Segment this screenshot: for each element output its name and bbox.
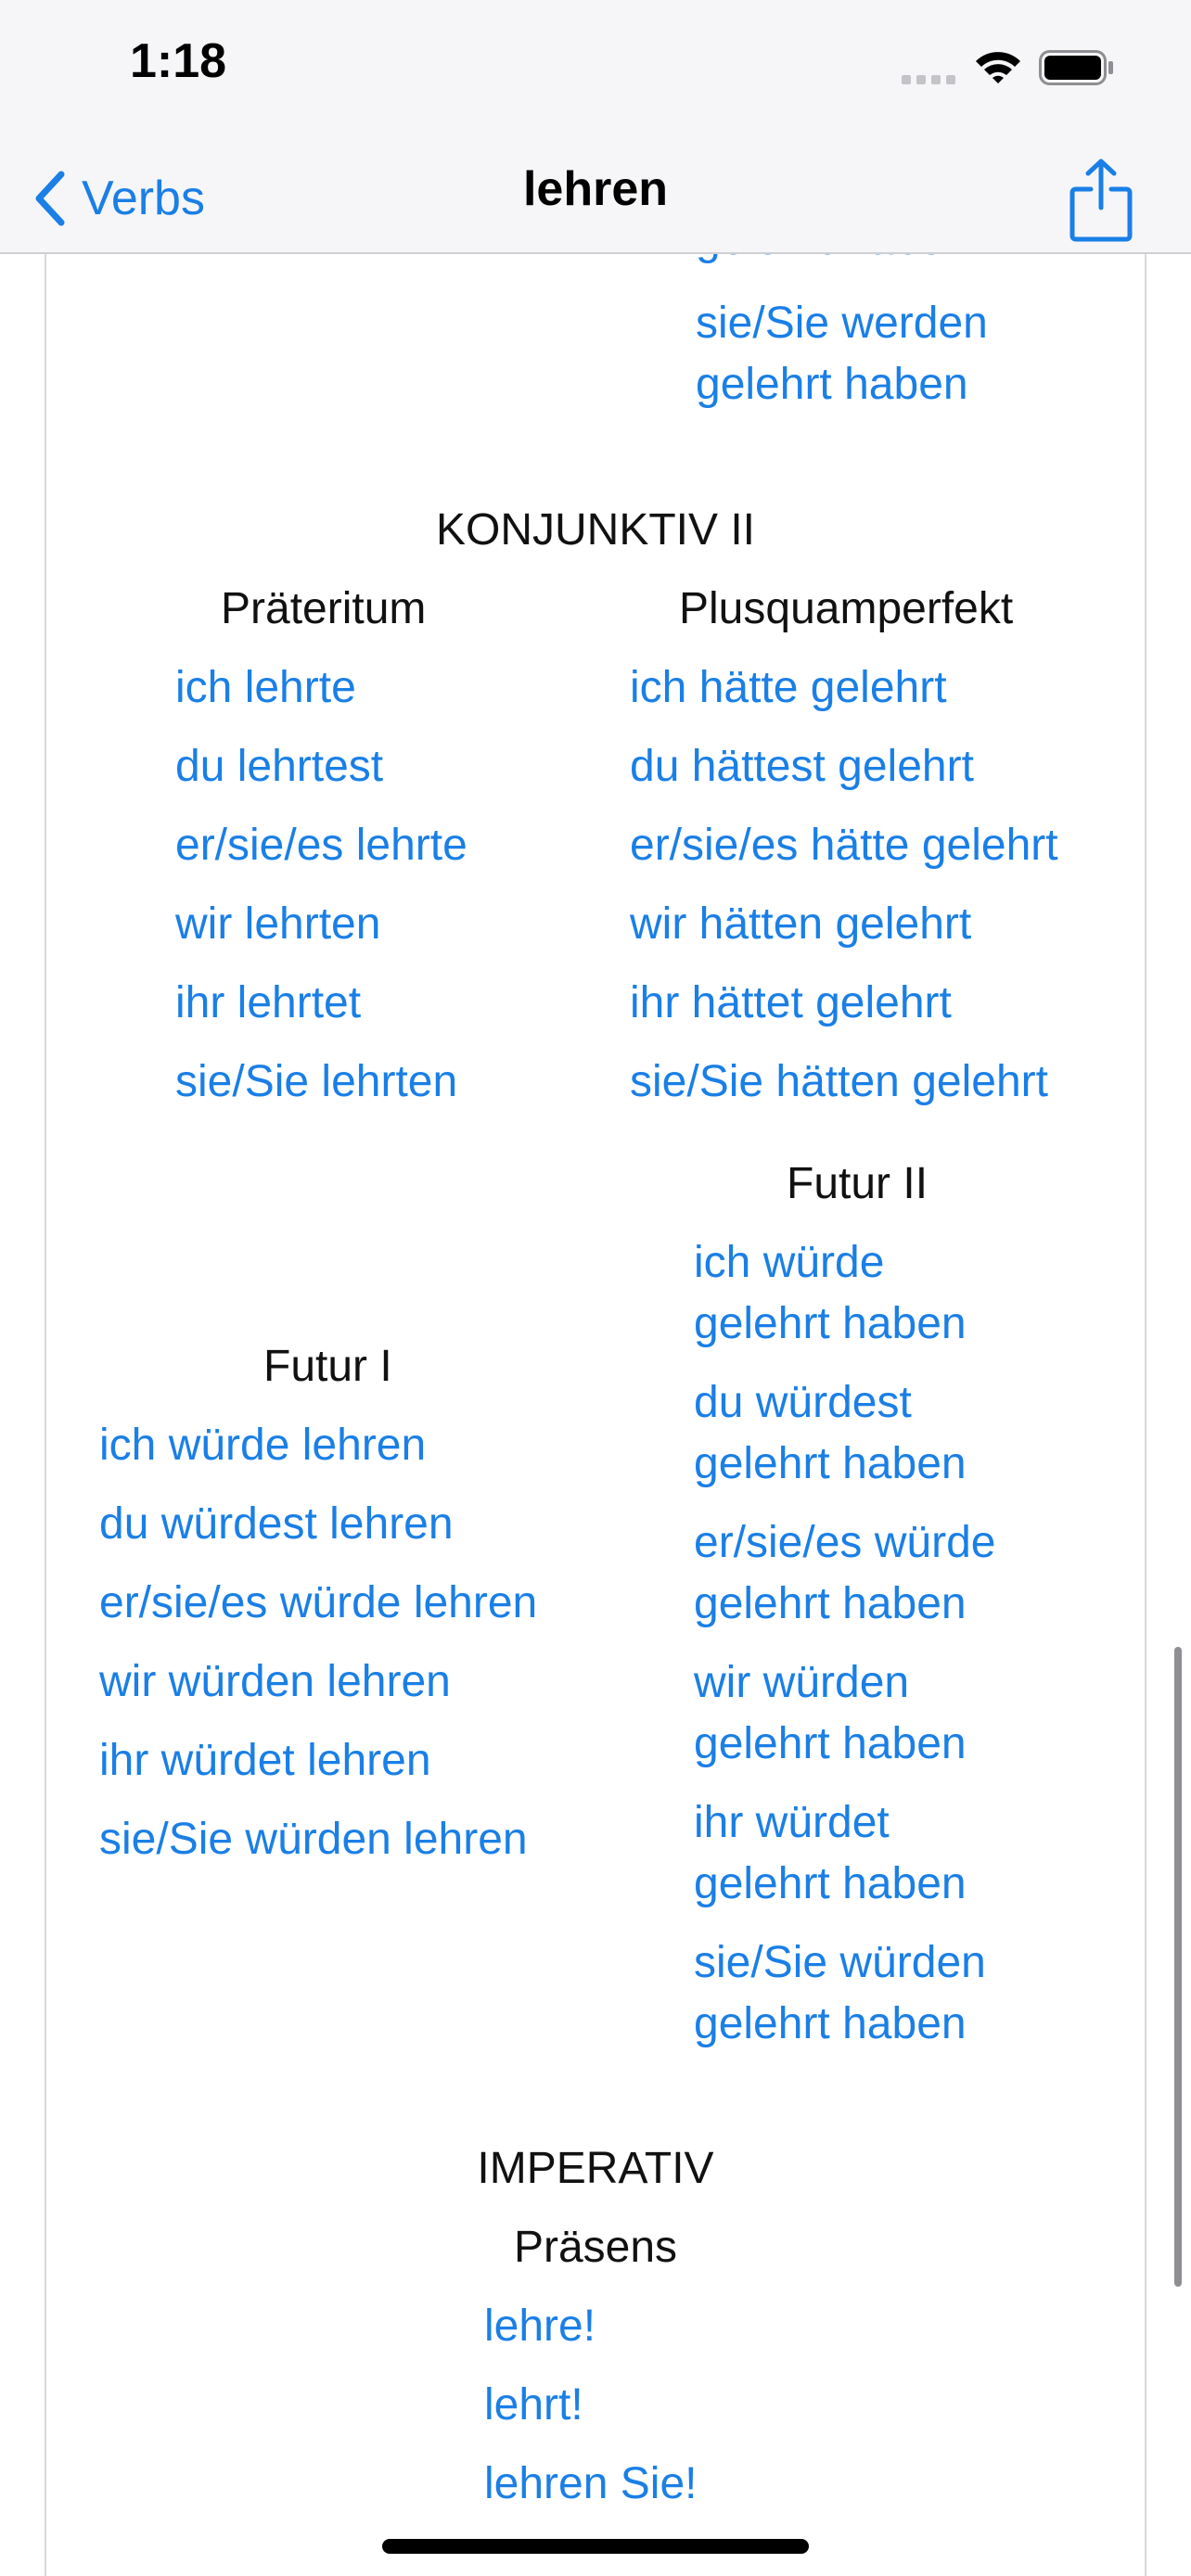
tense-title-plusquamperfekt: Plusquamperfekt	[679, 584, 1014, 633]
verb-form[interactable]: wir hätten gelehrt	[630, 894, 971, 955]
verb-form-line: gelehrt haben	[694, 1299, 967, 1348]
verb-form[interactable]: er/sie/es würde lehren	[99, 1573, 537, 1634]
verb-form-line: ich würde	[694, 1238, 885, 1287]
status-bar: 1:18	[0, 0, 1191, 148]
section-heading-imperativ: IMPERATIV	[477, 2144, 714, 2193]
verb-form-line: sie/Sie würden	[694, 1938, 986, 1987]
verb-form[interactable]: sie/Sie würden lehren	[99, 1809, 528, 1870]
verb-form-line: gelehrt haben	[694, 1859, 967, 1908]
status-time: 1:18	[130, 34, 227, 88]
verb-form[interactable]: er/sie/es lehrte	[175, 815, 467, 876]
tense-title-futur-2: Futur II	[787, 1159, 928, 1208]
verb-form-line: wir würden	[694, 1658, 910, 1707]
share-icon[interactable]	[1067, 156, 1135, 245]
verb-form[interactable]: sie/Sie lehrten	[175, 1052, 457, 1113]
verb-form-line: gelehrt haben	[694, 1719, 967, 1768]
battery-icon	[1039, 50, 1113, 85]
verb-form[interactable]: lehre!	[484, 2296, 596, 2357]
verb-form[interactable]: er/sie/es hätte gelehrt	[630, 815, 1058, 876]
verb-form[interactable]: du würdest lehren	[99, 1494, 454, 1555]
scroll-indicator[interactable]	[1174, 1647, 1182, 2287]
verb-form[interactable]: ihr hättet gelehrt	[630, 973, 952, 1034]
verb-form[interactable]: du hättest gelehrt	[630, 736, 974, 797]
wifi-icon	[976, 52, 1020, 83]
verb-form[interactable]: wir lehrten	[175, 894, 380, 955]
verb-form-line: gelehrt haben	[694, 1579, 967, 1628]
verb-form[interactable]: ihr würdet lehren	[99, 1730, 431, 1792]
verb-form-line: ihr würdet	[694, 1798, 890, 1847]
verb-form[interactable]: ihr lehrtet	[175, 973, 361, 1034]
verb-form-line: gelehrt haben	[694, 1999, 967, 2048]
verb-form[interactable]: ich würde lehren	[99, 1415, 426, 1476]
verb-form[interactable]: lehren Sie!	[484, 2454, 697, 2515]
home-indicator[interactable]	[382, 2539, 809, 2554]
verb-form-line: gelehrt haben	[694, 1439, 967, 1488]
tense-title-praeteritum: Präteritum	[221, 584, 427, 633]
page-title: lehren	[522, 162, 669, 216]
verb-form[interactable]: sie/Sie werden	[696, 293, 988, 354]
verb-form[interactable]: ich hätte gelehrt	[630, 657, 947, 719]
section-heading-konjunktiv-2: KONJUNKTIV II	[435, 505, 756, 555]
verb-form-line: er/sie/es würde	[694, 1518, 996, 1567]
verb-form[interactable]: gelehrt haben	[696, 354, 968, 415]
verb-form[interactable]: ich lehrte	[175, 657, 356, 719]
tense-title-futur-1: Futur I	[263, 1342, 392, 1391]
verb-form[interactable]: sie/Sie hätten gelehrt	[630, 1052, 1048, 1113]
verb-form[interactable]: lehrt!	[484, 2375, 583, 2436]
verb-form[interactable]: wir würden lehren	[99, 1651, 451, 1713]
navigation-bar: Verbs lehren	[0, 148, 1191, 254]
tense-title-praesens: Präsens	[513, 2223, 678, 2272]
cellular-signal-icon	[902, 75, 955, 84]
conjugation-scroll-view[interactable]: gelehrt haben sie/Sie werden gelehrt hab…	[0, 0, 1191, 2576]
verb-form[interactable]: du lehrtest	[175, 736, 383, 797]
verb-form-line: du würdest	[694, 1378, 912, 1427]
